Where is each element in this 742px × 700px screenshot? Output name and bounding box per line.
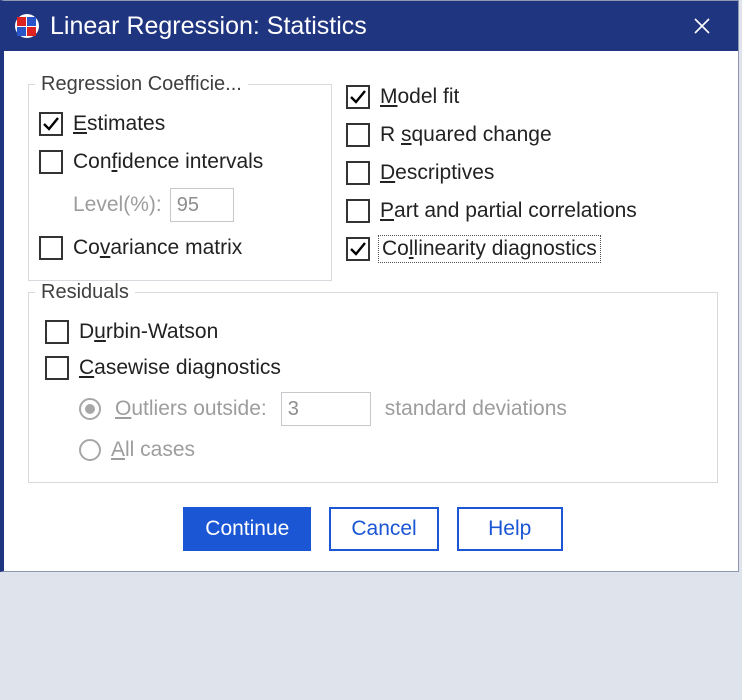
- checkbox-collinearity-label: Collinearity diagnostics: [380, 237, 599, 261]
- checkbox-descriptives[interactable]: Descriptives: [346, 161, 637, 185]
- checkbox-confidence-intervals-label: Confidence intervals: [73, 150, 263, 174]
- checkbox-r-squared-change[interactable]: R squared change: [346, 123, 637, 147]
- check-icon: [39, 236, 63, 260]
- checkbox-covariance-matrix[interactable]: Covariance matrix: [39, 236, 321, 260]
- check-icon: [39, 112, 63, 136]
- level-input[interactable]: 95: [170, 188, 234, 222]
- checkbox-covariance-matrix-label: Covariance matrix: [73, 236, 242, 260]
- checkbox-durbin-watson-label: Durbin-Watson: [79, 320, 218, 344]
- check-icon: [346, 161, 370, 185]
- button-row: Continue Cancel Help: [28, 507, 718, 551]
- checkbox-part-partial[interactable]: Part and partial correlations: [346, 199, 637, 223]
- group-regression-coefficients: Regression Coefficie... Estimates Confid…: [28, 73, 332, 281]
- continue-button[interactable]: Continue: [183, 507, 311, 551]
- level-label: Level(%):: [73, 193, 162, 217]
- check-icon: [346, 85, 370, 109]
- group-residuals: Residuals Durbin-Watson Casewise diagnos…: [28, 281, 718, 483]
- check-icon: [39, 150, 63, 174]
- outliers-suffix-label: standard deviations: [385, 397, 567, 421]
- checkbox-part-partial-label: Part and partial correlations: [380, 199, 637, 223]
- radio-all-cases-row: All cases: [45, 438, 701, 462]
- check-icon: [45, 356, 69, 380]
- checkbox-confidence-intervals[interactable]: Confidence intervals: [39, 150, 321, 174]
- dialog-content: Regression Coefficie... Estimates Confid…: [4, 51, 738, 571]
- group-residuals-legend: Residuals: [35, 281, 135, 304]
- checkbox-estimates[interactable]: Estimates: [39, 112, 321, 136]
- checkbox-r-squared-change-label: R squared change: [380, 123, 552, 147]
- checkbox-descriptives-label: Descriptives: [380, 161, 494, 185]
- check-icon: [346, 237, 370, 261]
- check-icon: [45, 320, 69, 344]
- titlebar: Linear Regression: Statistics: [4, 1, 738, 51]
- check-icon: [346, 199, 370, 223]
- radio-all-cases-label: All cases: [111, 438, 195, 462]
- checkbox-casewise-diagnostics[interactable]: Casewise diagnostics: [45, 356, 701, 380]
- dialog-window: Linear Regression: Statistics Regression…: [0, 0, 739, 572]
- outliers-value-input[interactable]: 3: [281, 392, 371, 426]
- help-button[interactable]: Help: [457, 507, 563, 551]
- radio-outliers[interactable]: [79, 398, 101, 420]
- radio-outliers-row: Outliers outside: 3 standard deviations: [45, 392, 701, 426]
- right-options-list: Model fit R squared change Descriptives …: [346, 73, 637, 261]
- checkbox-model-fit-label: Model fit: [380, 85, 459, 109]
- check-icon: [346, 123, 370, 147]
- checkbox-durbin-watson[interactable]: Durbin-Watson: [45, 320, 701, 344]
- radio-outliers-label: Outliers outside:: [115, 397, 267, 421]
- radio-all-cases[interactable]: [79, 439, 101, 461]
- checkbox-collinearity[interactable]: Collinearity diagnostics: [346, 237, 637, 261]
- level-row: Level(%): 95: [39, 188, 321, 222]
- cancel-button[interactable]: Cancel: [329, 507, 438, 551]
- checkbox-estimates-label: Estimates: [73, 112, 165, 136]
- close-button[interactable]: [680, 4, 724, 48]
- group-regression-coefficients-legend: Regression Coefficie...: [35, 73, 248, 96]
- app-icon: [14, 13, 40, 39]
- checkbox-casewise-diagnostics-label: Casewise diagnostics: [79, 356, 281, 380]
- window-title: Linear Regression: Statistics: [50, 12, 680, 41]
- checkbox-model-fit[interactable]: Model fit: [346, 85, 637, 109]
